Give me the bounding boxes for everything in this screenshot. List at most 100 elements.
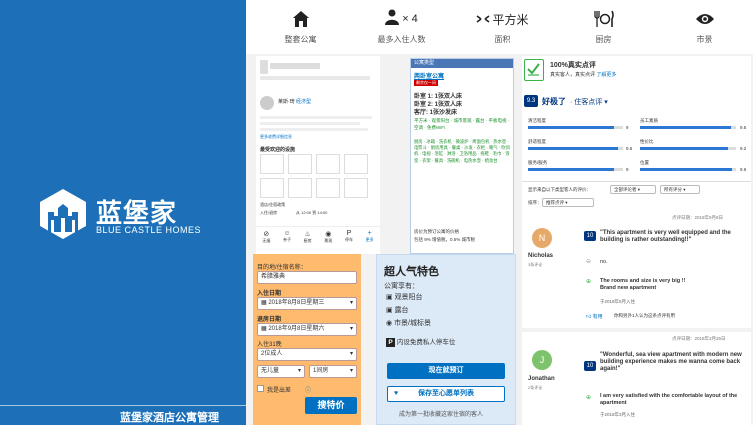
amenity-tile <box>316 178 340 198</box>
category-name: 清洁程度 <box>528 118 546 123</box>
feature-kitchen: 厨房 <box>553 6 654 45</box>
review-positive: I am very satisfied with the comfortable… <box>600 393 738 406</box>
review-date: 点评日期：2018年3月26日 <box>672 336 726 341</box>
destination-label: 目的地/住宿名称： <box>257 265 307 271</box>
amenity-tile <box>344 178 368 198</box>
more-icon: + <box>367 230 372 237</box>
amenities-title: 最受欢迎的设施 <box>260 147 296 153</box>
terrace-icon: ▣ <box>386 307 395 314</box>
rating-sub[interactable]: · 住客点评 ▾ <box>570 97 608 107</box>
checkout-date-label: 退房日期 <box>257 317 282 323</box>
pricing-note: 房价为预订公寓的价格 <box>414 229 459 234</box>
view-icon: ◉ <box>386 320 395 327</box>
apartment-name-link[interactable]: 两卧室公寓 <box>414 71 444 80</box>
info-icon[interactable]: ⓘ <box>305 385 311 394</box>
area-perk: 平方米 <box>414 118 428 123</box>
helpful-button[interactable]: 👍︎ 有用 <box>586 313 603 320</box>
more-item[interactable]: + 更多 <box>366 230 374 244</box>
fee-link[interactable]: 更多收费详细信息 <box>260 134 292 140</box>
host-name: 莱斯·琦 <box>278 99 295 105</box>
category-name: 位置 <box>640 160 649 165</box>
checkin-date-label: 入住日期 <box>257 291 282 297</box>
children-select[interactable]: 无儿童 ▾ <box>257 365 305 378</box>
destination-input[interactable]: 希腊雅典 <box>257 271 357 284</box>
policies-title: 酒店/住宿政策 <box>260 202 286 207</box>
overall-score-badge: 9.3 <box>524 95 538 107</box>
highlights-subtitle: 公寓享有： <box>384 283 419 290</box>
category-name: 舒适程度 <box>528 139 546 144</box>
reviewer-meta: 3条评论 <box>528 262 543 267</box>
chevron-down-icon: ▾ <box>349 300 353 306</box>
parking-item[interactable]: P 停车 <box>345 230 353 244</box>
adults-select[interactable]: 2位成人 ▾ <box>257 348 357 361</box>
verified-title: 100%真实点评 <box>550 62 596 69</box>
highlight-balcony: ▣ 观景阳台 <box>386 294 423 301</box>
parking-icon: P <box>346 230 352 237</box>
stay-date: 于2018年5月入住 <box>600 299 636 304</box>
kitchen-item[interactable]: ♨ 厨房 <box>304 230 312 244</box>
checkout-date-select[interactable]: ▦ 2018年9月8日星期六 ▾ <box>257 323 357 336</box>
rating-label: 好极了 <box>542 97 566 106</box>
checkin-text: 从 12:00 到 14:00 <box>296 210 328 215</box>
amenities-list: 厨房 · 冰箱 · 洗衣机 · 微波炉 · 烤面包机 · 热水壶 · 电熨斗 ·… <box>414 139 511 163</box>
reviews-panel: 100%真实点评 真实客人，真实点评 了解更多 9.3 好极了 · 住客点评 ▾… <box>522 56 751 425</box>
avatar: N <box>532 228 552 248</box>
review-score: 10 <box>584 361 596 371</box>
learn-more-link[interactable]: 了解更多 <box>596 72 616 78</box>
tv-perk: 平板电视 <box>488 118 507 123</box>
castle-logo-icon <box>38 188 88 242</box>
checkin-label: 入住/退房 <box>260 210 278 215</box>
review-quote: "This apartment is very well equipped an… <box>600 230 731 243</box>
review-score: 10 <box>584 231 596 241</box>
rooms-select[interactable]: 1间房 ▾ <box>309 365 357 378</box>
avatar <box>260 96 274 110</box>
checkin-date-select[interactable]: ▦ 2018年8月8日星期三 ▾ <box>257 297 357 310</box>
save-wishlist-button[interactable]: ♥ 保存至心愿单列表 <box>387 386 505 402</box>
balcony-icon: ▣ <box>386 294 395 301</box>
chevron-down-icon: ▾ <box>349 368 353 374</box>
fork-icon: ♨ <box>304 231 311 238</box>
reviewer-name: Jonathan <box>528 376 555 382</box>
view-item[interactable]: ◉ 景观 <box>324 230 332 244</box>
category-bar <box>640 147 736 150</box>
highlight-terrace: ▣ 露台 <box>386 307 409 314</box>
category-bar <box>640 126 736 129</box>
no-smoking-icon: ⊘ <box>263 231 270 238</box>
sort-label: 排序： <box>528 200 542 205</box>
search-panel: 目的地/住宿名称： 希腊雅典 入住日期 ▦ 2018年8月8日星期三 ▾ 退房日期… <box>253 254 361 425</box>
kitchen-icon <box>553 6 654 32</box>
balcony-perk: 观景阳台 <box>431 118 450 123</box>
apartment-type-header: 公寓类型 <box>411 59 513 68</box>
booking-screens: 莱斯·琦 经济型 更多收费详细信息 最受欢迎的设施 酒店/住宿政策 入住/退房 … <box>246 54 753 425</box>
feature-bar: 整套公寓 × 4 最多入住人数 平方米 面积 厨房 市景 <box>246 0 753 54</box>
helpful-note: 你和另外1人认为这条点评有用 <box>614 313 676 318</box>
category-name: 服务/服务 <box>528 160 548 165</box>
listing-panel: 莱斯·琦 经济型 更多收费详细信息 最受欢迎的设施 酒店/住宿政策 入住/退房 … <box>256 56 380 254</box>
highlights-panel: 超人气特色 公寓享有： ▣ 观景阳台 ▣ 露台 ◉ 市景/城标景 P 内设免费私… <box>376 254 516 425</box>
amenity-tile <box>260 154 284 174</box>
reviewer-name: Nicholas <box>528 253 554 259</box>
chevron-down-icon: ▾ <box>349 351 353 357</box>
city-view-perk: 城市景观 <box>453 118 472 123</box>
filter-label: 显示来自以下类型客人的评价： <box>528 187 591 192</box>
tax-note: 包括 9% 增值税，0.5% 城市税 <box>414 237 476 242</box>
verified-subtitle: 真实客人，真实点评 了解更多 <box>550 72 617 78</box>
search-button[interactable]: 搜特价 <box>305 397 357 414</box>
stay-date: 于2018年3月入住 <box>600 412 636 417</box>
work-trip-checkbox[interactable] <box>257 385 264 392</box>
no-smoking-item[interactable]: ⊘ 无烟 <box>262 230 270 244</box>
listing-icon-row: ⊘ 无烟 ☺ 亲子 ♨ 厨房 ◉ 景观 P 停车 + 更多 <box>256 230 380 244</box>
reviewer-type-select[interactable]: 全部评论者 ▾ <box>610 185 656 194</box>
plus-icon: ⊕ <box>586 279 592 285</box>
category-score: 9.2 <box>740 146 747 151</box>
score-filter-select[interactable]: 所有评分 ▾ <box>660 185 700 194</box>
book-now-button[interactable]: 现在就预订 <box>387 363 505 379</box>
house-icon <box>250 6 351 32</box>
sort-select[interactable]: 推荐点评 ▾ <box>542 198 594 207</box>
category-score: 9.5 <box>740 125 747 130</box>
feature-entire-apartment: 整套公寓 <box>250 6 351 45</box>
feature-area: 平方米 面积 <box>452 6 553 45</box>
category-score: 9.5 <box>626 146 633 151</box>
review-negative: no. <box>600 259 608 265</box>
family-item[interactable]: ☺ 亲子 <box>283 230 291 244</box>
